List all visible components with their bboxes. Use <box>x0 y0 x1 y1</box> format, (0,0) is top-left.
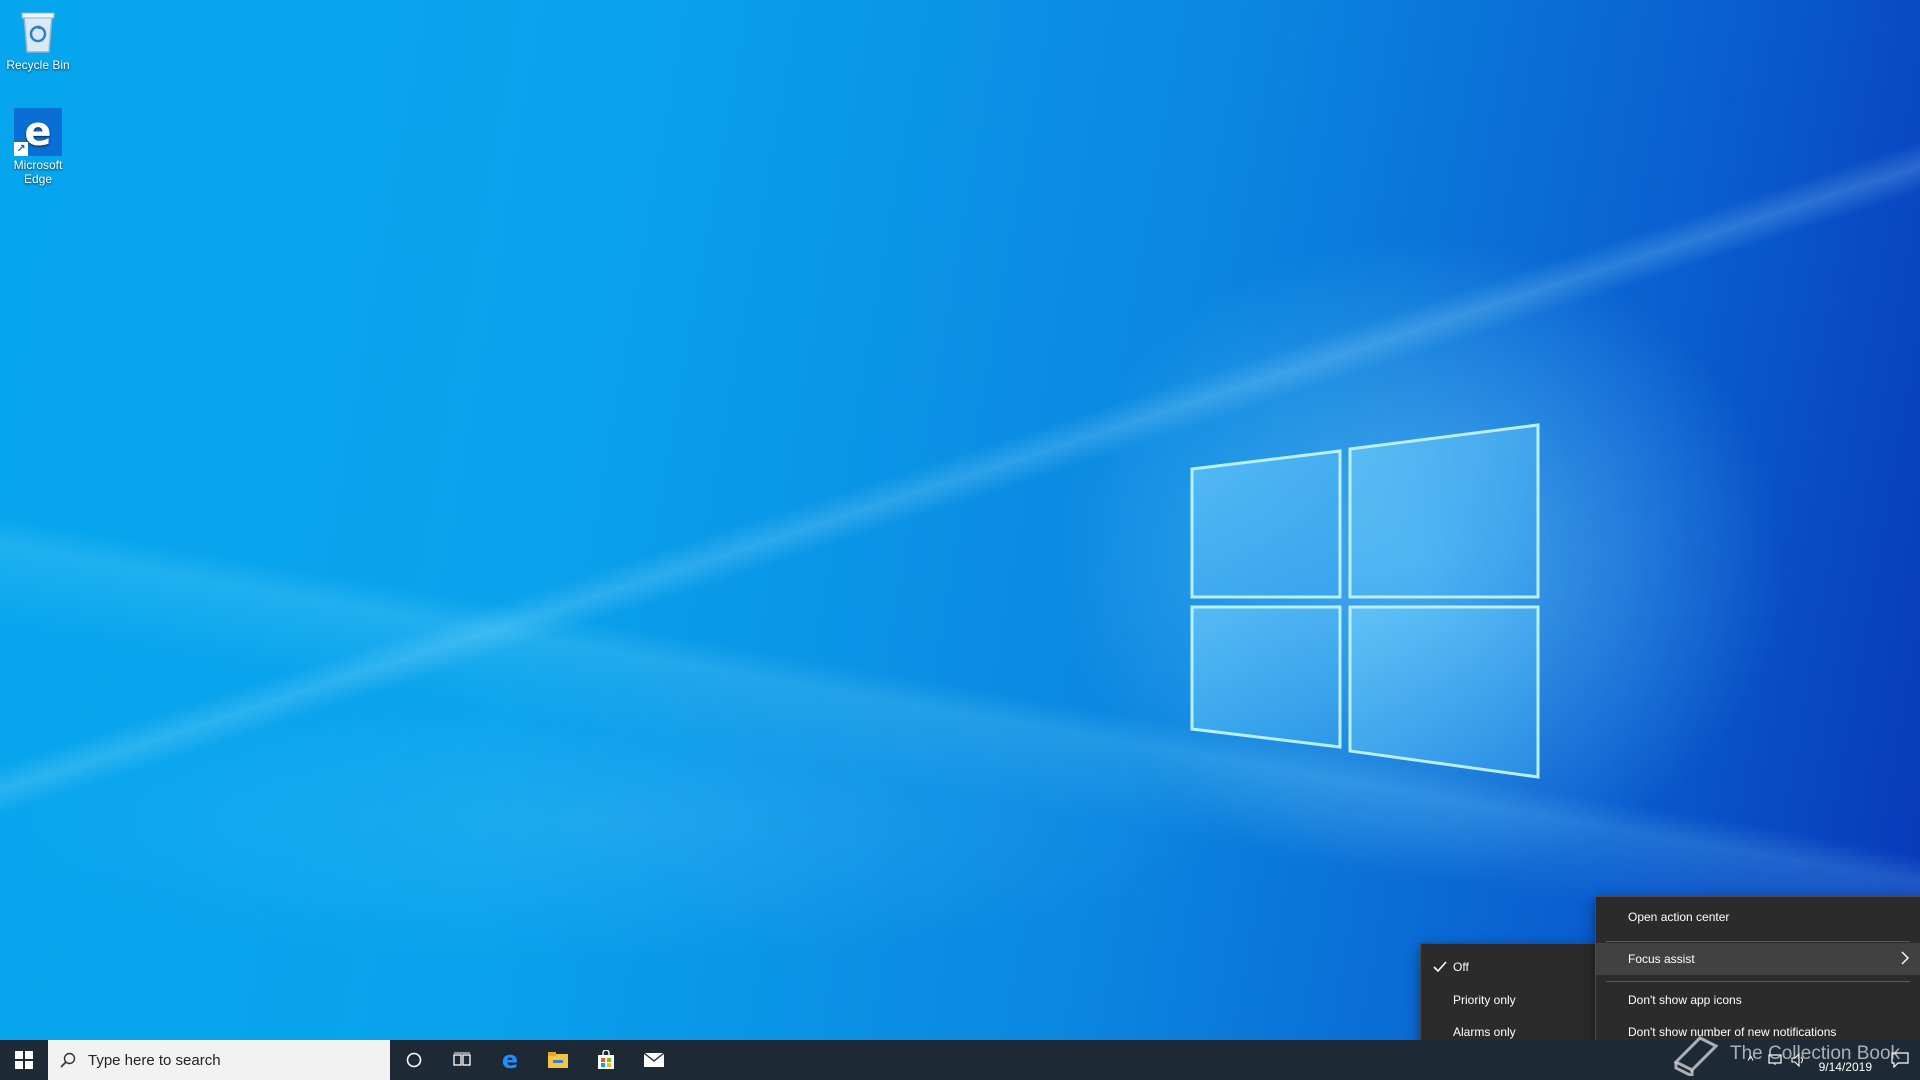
watermark-text: The Collection Book <box>1730 1043 1901 1064</box>
file-explorer-button[interactable] <box>534 1040 582 1080</box>
start-button[interactable] <box>0 1040 48 1080</box>
menu-item-label: Open action center <box>1628 910 1730 924</box>
menu-item-label: Priority only <box>1453 993 1516 1007</box>
task-view-button[interactable] <box>438 1040 486 1080</box>
desktop[interactable]: Recycle Bin e ↗ Microsoft Edge <box>0 0 1920 1040</box>
menu-item-dont-show-app-icons[interactable]: Don't show app icons <box>1596 985 1920 1015</box>
watermark: The Collection Book <box>1670 1028 1920 1080</box>
taskbar-search-box[interactable]: Type here to search <box>48 1040 390 1080</box>
search-icon <box>60 1052 76 1068</box>
edge-icon: e ↗ <box>14 108 62 156</box>
menu-separator <box>1606 941 1910 942</box>
menu-item-label: Off <box>1453 960 1469 974</box>
windows-start-icon <box>15 1051 33 1069</box>
recycle-bin-icon <box>14 8 62 56</box>
file-explorer-icon <box>548 1052 568 1068</box>
menu-item-label: Don't show app icons <box>1628 993 1742 1007</box>
taskbar: Type here to search e ^ 9/14/2019 <box>0 1040 1920 1080</box>
book-logo-icon <box>1673 1036 1719 1076</box>
menu-item-priority-only[interactable]: Priority only <box>1421 985 1596 1015</box>
cortana-button[interactable] <box>390 1040 438 1080</box>
menu-item-open-action-center[interactable]: Open action center <box>1596 902 1920 932</box>
desktop-icon-microsoft-edge[interactable]: e ↗ Microsoft Edge <box>0 108 76 186</box>
menu-separator <box>1606 981 1910 982</box>
desktop-icon-label: Recycle Bin <box>6 58 70 72</box>
desktop-icon-recycle-bin[interactable]: Recycle Bin <box>0 8 76 72</box>
task-view-icon <box>453 1052 471 1066</box>
light-glow <box>0 0 1920 1040</box>
search-placeholder: Type here to search <box>88 1051 221 1069</box>
mail-icon <box>643 1052 665 1067</box>
light-beam <box>0 0 1920 1040</box>
menu-item-label: Focus assist <box>1628 952 1695 966</box>
store-button[interactable] <box>582 1040 630 1080</box>
cortana-icon <box>406 1052 422 1068</box>
edge-icon: e <box>501 1046 519 1074</box>
menu-item-focus-assist[interactable]: Focus assist <box>1596 943 1920 975</box>
checkmark-icon <box>1433 961 1447 973</box>
edge-taskbar-button[interactable]: e <box>486 1040 534 1080</box>
light-beam <box>0 0 1920 1040</box>
mail-button[interactable] <box>630 1040 678 1080</box>
windows-logo-wallpaper <box>1190 423 1540 779</box>
desktop-icon-label: Microsoft Edge <box>13 158 63 186</box>
store-icon <box>598 1050 614 1069</box>
shortcut-arrow-icon: ↗ <box>14 142 28 156</box>
chevron-right-icon <box>1901 951 1909 965</box>
menu-item-label: Alarms only <box>1453 1025 1516 1039</box>
menu-item-off[interactable]: Off <box>1421 952 1596 982</box>
